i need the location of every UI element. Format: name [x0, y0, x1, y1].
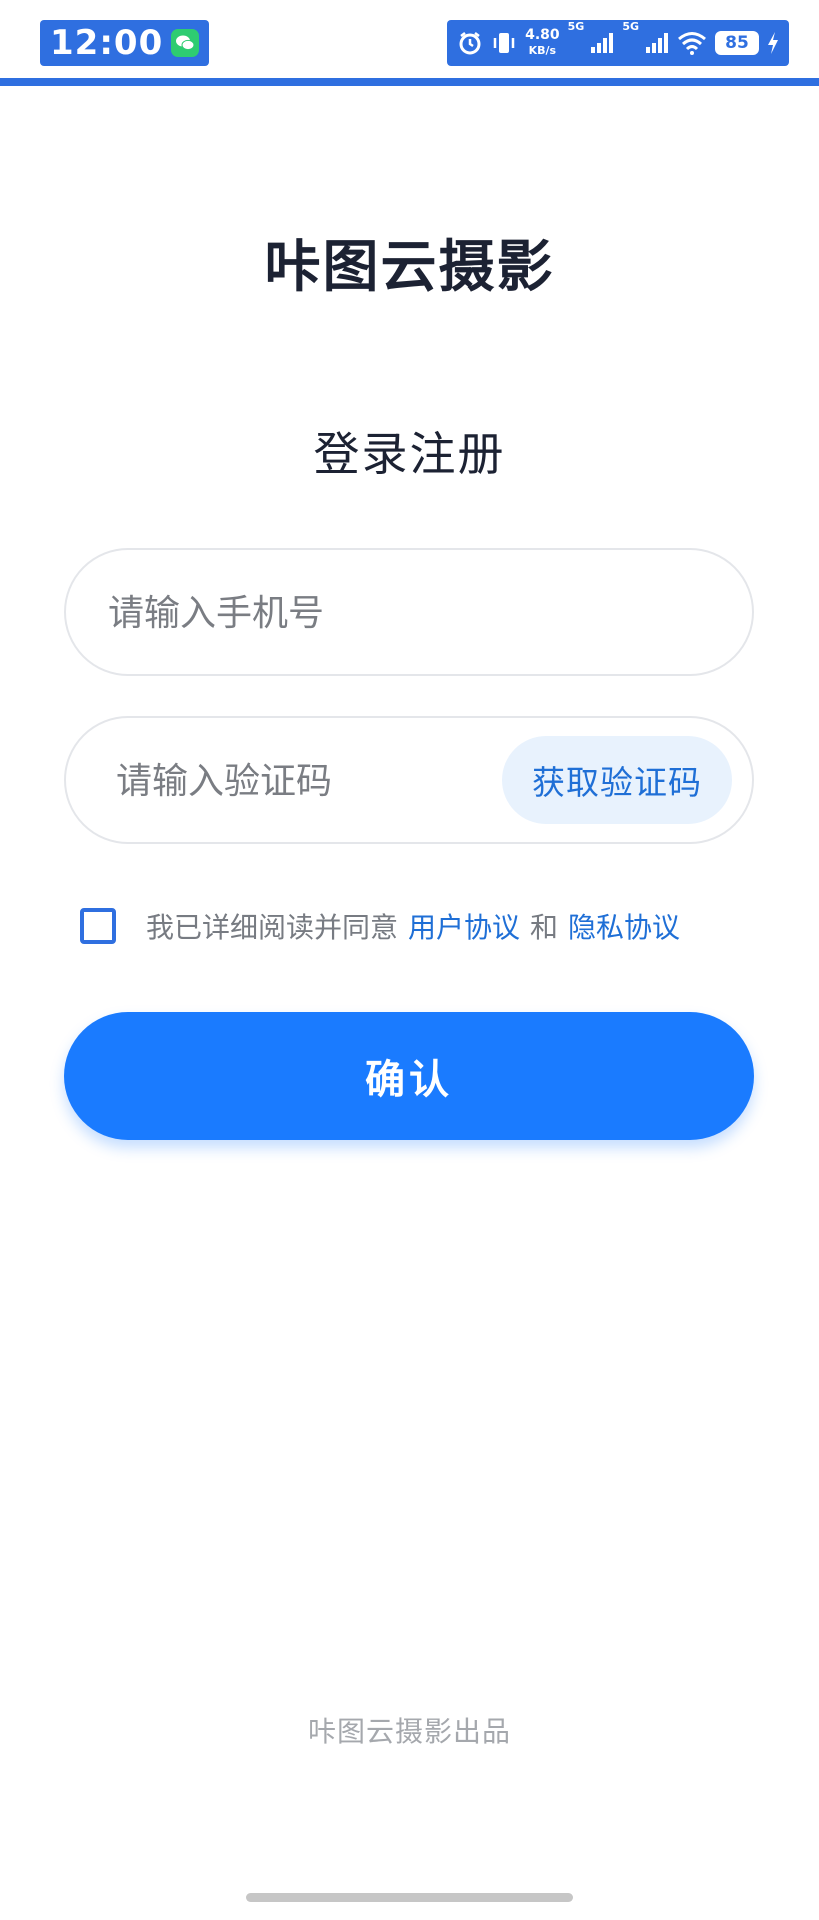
agreement-text: 我已详细阅读并同意 — [146, 911, 399, 944]
network-speed: 4.80 KB/s — [525, 28, 560, 58]
agreement-checkbox[interactable] — [80, 908, 116, 944]
status-bar: 12:00 4.80 KB/s 5G 5G 85 — [0, 0, 819, 86]
signal-icon — [645, 32, 669, 54]
agreement-row: 我已详细阅读并同意 用户协议 和 隐私协议 — [80, 904, 760, 948]
login-screen: 12:00 4.80 KB/s 5G 5G 85 咔图云摄影 登录注册 请输入手… — [0, 0, 819, 1920]
verification-code-input[interactable] — [114, 718, 518, 844]
sim1-network-label: 5G — [567, 20, 585, 33]
status-bar-right: 4.80 KB/s 5G 5G 85 — [447, 20, 789, 66]
charging-icon — [767, 31, 779, 55]
phone-field — [64, 548, 754, 676]
battery-icon: 85 — [715, 31, 759, 55]
home-indicator[interactable] — [246, 1893, 573, 1902]
battery-level: 85 — [725, 33, 749, 53]
app-title: 咔图云摄影 — [264, 235, 555, 300]
wechat-icon — [171, 29, 200, 57]
signal-icon — [590, 32, 614, 54]
login-heading: 登录注册 — [313, 427, 506, 481]
get-code-button[interactable]: 获取验证码 — [502, 736, 732, 824]
footer-credit: 咔图云摄影出品 — [307, 1715, 511, 1748]
network-speed-unit: KB/s — [528, 44, 557, 57]
user-agreement-link[interactable]: 用户协议 — [408, 906, 520, 946]
status-bar-left: 12:00 — [40, 20, 210, 66]
verification-code-field: 获取验证码 — [64, 716, 754, 844]
privacy-policy-link[interactable]: 隐私协议 — [568, 906, 680, 946]
agreement-conjunction: 和 — [530, 911, 559, 944]
wifi-icon — [677, 31, 707, 55]
alarm-icon — [457, 30, 483, 56]
confirm-button[interactable]: 确认 — [64, 1012, 754, 1140]
network-speed-value: 4.80 — [525, 27, 560, 43]
vibrate-icon — [491, 30, 517, 56]
sim2-network-label: 5G — [622, 20, 639, 33]
phone-input[interactable] — [106, 550, 720, 676]
status-bar-divider — [0, 78, 819, 86]
status-time: 12:00 — [50, 23, 164, 63]
